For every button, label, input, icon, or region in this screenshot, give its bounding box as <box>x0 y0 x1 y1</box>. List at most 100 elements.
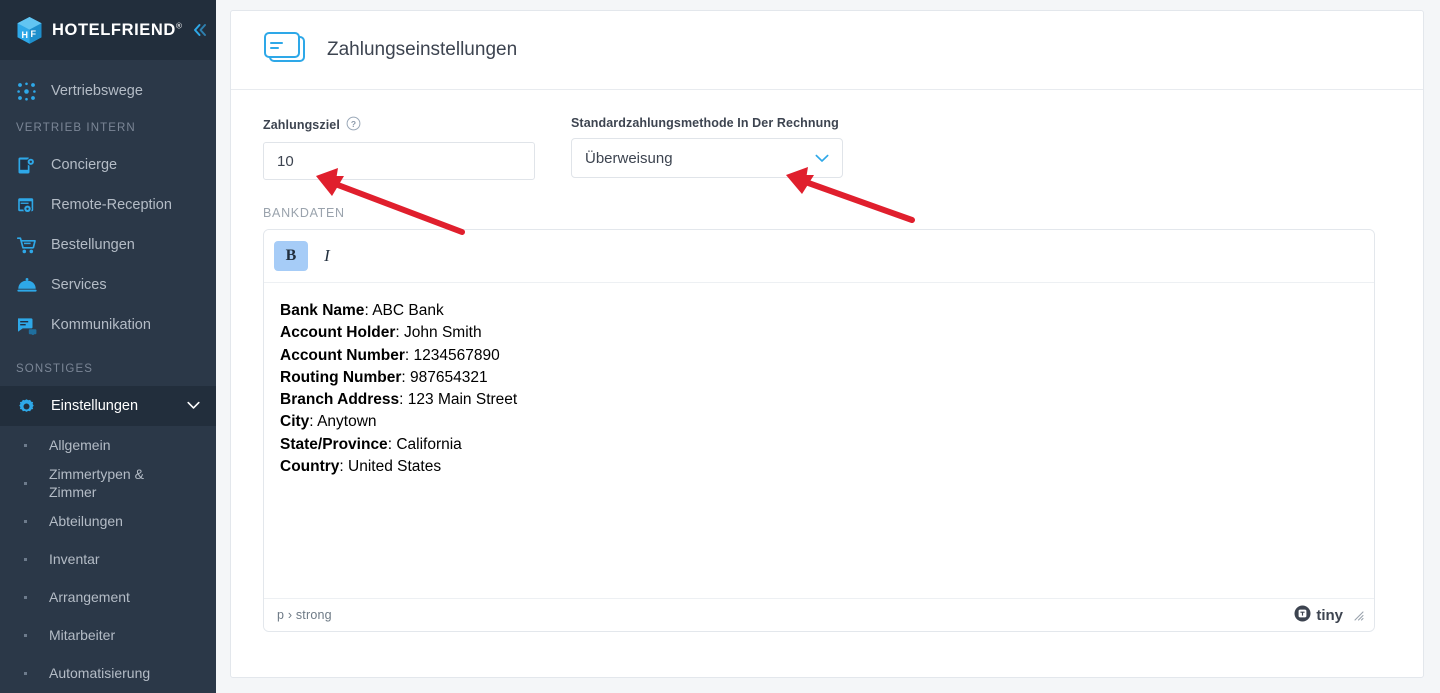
editor-line: Account Number: 1234567890 <box>280 346 500 364</box>
form-row: Zahlungsziel ? Standardzahlungsmethode I… <box>263 116 1391 180</box>
sidebar-item-vertriebswege[interactable]: Vertriebswege <box>0 71 216 111</box>
hotelfriend-cube-icon: H F <box>16 16 43 45</box>
sidebar-section-vertrieb-intern: VERTRIEB INTERN <box>16 122 136 134</box>
editor-line-key: Country <box>280 458 340 476</box>
sidebar-subitem-label: Zimmertypen & Zimmer <box>49 466 144 500</box>
tinymce-brand[interactable]: tiny <box>1294 605 1343 626</box>
chat-bubbles-icon <box>16 315 37 336</box>
editor-line-key: Account Number <box>280 346 405 364</box>
editor-line: State/Province: California <box>280 435 462 453</box>
editor-line-value: 123 Main Street <box>407 391 518 409</box>
double-chevron-left-icon[interactable] <box>191 20 209 40</box>
editor-line-value: John Smith <box>404 324 482 342</box>
page-header: Zahlungseinstellungen <box>231 11 1423 90</box>
bank-data-rich-text-editor: B I Bank Name: ABC Bank Account Holder: … <box>263 229 1375 632</box>
editor-line-value: ABC Bank <box>372 302 444 319</box>
sidebar-item-label: Vertriebswege <box>51 83 143 99</box>
sidebar-item-concierge[interactable]: Concierge <box>0 145 216 185</box>
room-service-dome-icon <box>16 275 37 296</box>
sidebar-item-label: Services <box>51 277 107 293</box>
editor-line: Bank Name: ABC Bank <box>280 302 444 319</box>
bank-data-section-label: BANKDATEN <box>263 206 345 220</box>
page-title: Zahlungseinstellungen <box>327 39 518 60</box>
network-nodes-icon <box>16 81 37 102</box>
editor-line: Routing Number: 987654321 <box>280 368 488 386</box>
sidebar-subitem-label: Allgemein <box>49 437 111 453</box>
editor-line: Branch Address: 123 Main Street <box>280 391 518 409</box>
sidebar-item-kommunikation[interactable]: Kommunikation <box>0 305 216 345</box>
question-circle-icon[interactable]: ? <box>346 116 361 134</box>
sidebar-item-services[interactable]: Services <box>0 265 216 305</box>
sidebar-item-remote-reception[interactable]: Remote-Reception <box>0 185 216 225</box>
brand-bar: H F HOTELFRIEND® <box>0 0 216 60</box>
element-path-breadcrumb[interactable]: p › strong <box>277 608 332 622</box>
tinymce-brand-label: tiny <box>1316 606 1343 624</box>
bullet-dot-icon <box>24 557 27 561</box>
payment-method-select[interactable]: Überweisung <box>571 138 843 178</box>
editor-line-value: United States <box>348 458 442 476</box>
editor-line-key: State/Province <box>280 435 388 453</box>
bullet-dot-icon <box>24 595 27 599</box>
chevron-down-icon[interactable] <box>187 398 200 414</box>
brand-name: HOTELFRIEND® <box>52 20 183 39</box>
editor-toolbar: B I <box>264 230 1374 283</box>
editor-line-key: Routing Number <box>280 368 402 386</box>
payment-method-label: Standardzahlungsmethode In Der Rechnung <box>571 116 839 130</box>
editor-line: Country: United States <box>280 458 442 476</box>
bold-button[interactable]: B <box>274 241 308 271</box>
sidebar-subitem-zimmertypen-zimmer[interactable]: Zimmertypen & Zimmer <box>0 464 216 502</box>
bullet-dot-icon <box>24 671 27 675</box>
sidebar-subitem-inventar[interactable]: Inventar <box>0 540 216 578</box>
editor-line-key: City <box>280 413 310 431</box>
sidebar-item-label: Concierge <box>51 157 118 173</box>
sidebar-subitem-label: Mitarbeiter <box>49 627 116 643</box>
sidebar-item-einstellungen[interactable]: Einstellungen <box>0 386 216 426</box>
payment-term-input[interactable] <box>263 142 535 180</box>
italic-button[interactable]: I <box>310 241 344 271</box>
editor-line-key: Account Holder <box>280 324 396 342</box>
tinymce-logo-icon <box>1294 605 1311 626</box>
editor-line-value: California <box>396 435 462 453</box>
payment-term-label: Zahlungsziel ? <box>263 116 535 134</box>
editor-line-value: 987654321 <box>410 368 488 386</box>
window-gear-icon <box>16 195 37 216</box>
editor-line-value: Anytown <box>317 413 377 431</box>
sidebar-subitem-label: Abteilungen <box>49 513 123 529</box>
gear-icon <box>16 396 37 417</box>
sidebar-subitem-allgemein[interactable]: Allgemein <box>0 426 216 464</box>
editor-content-area[interactable]: Bank Name: ABC Bank Account Holder: John… <box>264 283 1374 598</box>
sidebar: H F HOTELFRIEND® Vertriebswege VERTRIEB … <box>0 0 216 693</box>
svg-text:?: ? <box>351 119 356 129</box>
credit-card-icon <box>263 31 307 70</box>
settings-card: Zahlungseinstellungen Zahlungsziel ? 10 … <box>230 10 1424 678</box>
editor-line: Account Holder: John Smith <box>280 324 482 342</box>
bullet-dot-icon <box>24 481 27 485</box>
payment-term-field: Zahlungsziel ? <box>263 116 535 180</box>
editor-line: City: Anytown <box>280 413 377 431</box>
bullet-dot-icon <box>24 443 27 447</box>
svg-text:F: F <box>31 29 37 39</box>
sidebar-subitem-mitarbeiter[interactable]: Mitarbeiter <box>0 616 216 654</box>
editor-status-bar: p › strong tiny <box>264 598 1374 631</box>
sidebar-item-label: Bestellungen <box>51 237 135 253</box>
mobile-gear-icon <box>16 155 37 176</box>
chevron-down-icon[interactable] <box>815 150 829 167</box>
svg-text:H: H <box>22 30 29 40</box>
payment-method-field: Standardzahlungsmethode In Der Rechnung … <box>571 116 843 180</box>
main-content: Zahlungseinstellungen Zahlungsziel ? 10 … <box>216 0 1440 693</box>
form-area: Zahlungsziel ? Standardzahlungsmethode I… <box>231 90 1423 180</box>
sidebar-subitem-label: Inventar <box>49 551 100 567</box>
sidebar-item-label: Einstellungen <box>51 398 139 414</box>
sidebar-subitem-label: Automatisierung <box>49 665 151 681</box>
sidebar-subitem-label: Arrangement <box>49 589 130 605</box>
sidebar-subitem-arrangement[interactable]: Arrangement <box>0 578 216 616</box>
shopping-cart-icon <box>16 235 37 256</box>
payment-method-value: Überweisung <box>585 149 673 167</box>
sidebar-subitem-abteilungen[interactable]: Abteilungen <box>0 502 216 540</box>
editor-line-value: 1234567890 <box>413 346 500 364</box>
resize-grip-icon[interactable] <box>1352 609 1364 621</box>
sidebar-subitem-automatisierung[interactable]: Automatisierung <box>0 654 216 692</box>
bullet-dot-icon <box>24 633 27 637</box>
sidebar-section-sonstiges: SONSTIGES <box>16 363 93 375</box>
sidebar-item-bestellungen[interactable]: Bestellungen <box>0 225 216 265</box>
